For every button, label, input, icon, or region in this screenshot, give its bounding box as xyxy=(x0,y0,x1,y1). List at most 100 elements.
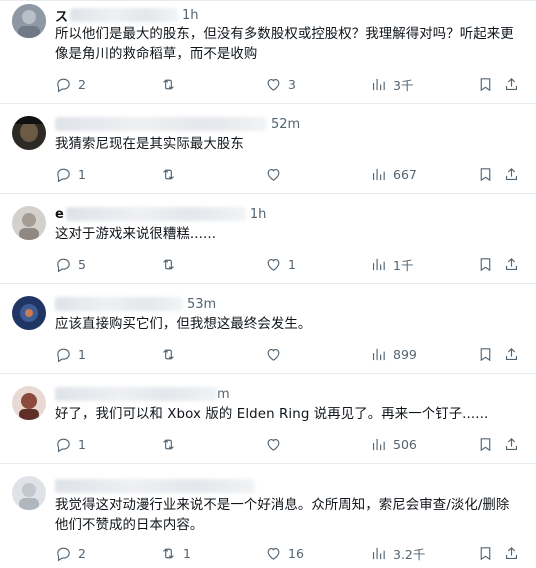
avatar[interactable] xyxy=(12,296,46,330)
views-button[interactable]: 506 xyxy=(370,436,417,453)
author-name-fragment[interactable]: ス xyxy=(55,6,68,25)
bookmark-icon xyxy=(480,257,491,271)
post-text: 应该直接购买它们，但我想这最终会发生。 xyxy=(55,317,312,332)
bookmark-button[interactable] xyxy=(477,436,494,453)
views-button[interactable]: 3千 xyxy=(370,75,413,94)
bar-chart-icon xyxy=(372,348,385,360)
share-icon xyxy=(505,347,518,360)
reply-button[interactable]: 2 xyxy=(55,76,86,93)
reply-post[interactable]: 53m 应该直接购买它们，但我想这最终会发生。 1 899 xyxy=(0,284,536,374)
redacted-author-name xyxy=(55,297,183,311)
like-button[interactable]: 16 xyxy=(265,545,304,562)
post-time[interactable]: 53m xyxy=(187,297,216,312)
bookmark-icon xyxy=(480,546,491,560)
retweet-button[interactable] xyxy=(160,256,183,273)
heart-icon xyxy=(267,438,280,451)
reply-post[interactable]: 我觉得这对动漫行业来说不是一个好消息。众所周知，索尼会审查/淡化/删除他们不赞成… xyxy=(0,464,536,568)
retweet-icon xyxy=(163,438,174,450)
redacted-author-name xyxy=(55,479,255,493)
reply-icon xyxy=(57,547,70,561)
reply-count: 2 xyxy=(78,545,86,561)
post-header xyxy=(55,477,255,495)
post-time[interactable]: 1h xyxy=(250,207,267,222)
heart-icon xyxy=(267,78,280,91)
post-text: 好了，我们可以和 Xbox 版的 Elden Ring 说再见了。再来一个钉子.… xyxy=(55,407,489,422)
retweet-button[interactable] xyxy=(160,436,183,453)
action-bar: 2 1 16 3.2千 xyxy=(55,543,528,563)
post-header: 53m xyxy=(55,295,216,313)
reply-post[interactable]: 52m 我猜索尼现在是其实际最大股东 1 667 xyxy=(0,104,536,194)
reply-post[interactable]: ス 1h 所以他们是最大的股东，但没有多数股权或控股权？我理解得对吗？听起来更像… xyxy=(0,0,536,104)
author-name-fragment[interactable]: e xyxy=(55,207,64,222)
avatar[interactable] xyxy=(12,116,46,150)
bookmark-icon xyxy=(480,167,491,181)
retweet-button[interactable]: 1 xyxy=(160,545,191,562)
share-button[interactable] xyxy=(503,76,520,93)
heart-icon xyxy=(267,258,280,271)
reply-icon xyxy=(57,258,70,272)
retweet-icon xyxy=(163,168,174,180)
reply-icon xyxy=(57,78,70,92)
bookmark-button[interactable] xyxy=(477,545,494,562)
post-time[interactable]: 52m xyxy=(271,117,300,132)
share-button[interactable] xyxy=(503,346,520,363)
reply-button[interactable]: 1 xyxy=(55,436,86,453)
like-count: 1 xyxy=(288,256,296,272)
bookmark-button[interactable] xyxy=(477,166,494,183)
reply-count: 1 xyxy=(78,346,86,362)
avatar[interactable] xyxy=(12,4,46,38)
like-count: 3 xyxy=(288,76,296,92)
retweet-icon xyxy=(163,547,174,559)
heart-icon xyxy=(267,547,280,560)
reply-icon xyxy=(57,438,70,452)
reply-button[interactable]: 2 xyxy=(55,545,86,562)
redacted-author-name xyxy=(70,8,179,22)
action-bar: 1 506 xyxy=(55,434,528,454)
action-bar: 2 3 3千 xyxy=(55,74,528,94)
view-count: 899 xyxy=(393,346,417,362)
view-count: 3千 xyxy=(393,77,414,93)
share-icon xyxy=(505,257,518,270)
reply-post[interactable]: m 好了，我们可以和 Xbox 版的 Elden Ring 说再见了。再来一个钉… xyxy=(0,374,536,464)
bookmark-button[interactable] xyxy=(477,256,494,273)
post-header: 52m xyxy=(55,115,300,133)
retweet-button[interactable] xyxy=(160,166,183,183)
reply-button[interactable]: 5 xyxy=(55,256,86,273)
avatar[interactable] xyxy=(12,206,46,240)
post-text: 我猜索尼现在是其实际最大股东 xyxy=(55,137,244,152)
views-button[interactable]: 899 xyxy=(370,346,417,363)
reply-button[interactable]: 1 xyxy=(55,166,86,183)
post-time[interactable]: m xyxy=(217,387,230,402)
views-button[interactable]: 667 xyxy=(370,166,417,183)
like-button[interactable]: 1 xyxy=(265,256,296,273)
avatar[interactable] xyxy=(12,386,46,420)
views-button[interactable]: 1千 xyxy=(370,255,413,274)
retweet-button[interactable] xyxy=(160,76,183,93)
reply-count: 1 xyxy=(78,436,86,452)
bookmark-button[interactable] xyxy=(477,346,494,363)
reply-button[interactable]: 1 xyxy=(55,346,86,363)
reply-icon xyxy=(57,168,70,182)
share-button[interactable] xyxy=(503,256,520,273)
like-button[interactable] xyxy=(265,166,288,183)
like-button[interactable] xyxy=(265,436,288,453)
reply-post[interactable]: e 1h 这对于游戏来说很糟糕...... 5 1 1千 xyxy=(0,194,536,284)
share-button[interactable] xyxy=(503,545,520,562)
post-time[interactable]: 1h xyxy=(182,8,199,23)
views-button[interactable]: 3.2千 xyxy=(370,544,425,563)
bookmark-icon xyxy=(480,437,491,451)
like-button[interactable] xyxy=(265,346,288,363)
view-count: 3.2千 xyxy=(393,546,426,562)
retweet-icon xyxy=(163,258,174,270)
share-button[interactable] xyxy=(503,436,520,453)
bar-chart-icon xyxy=(372,438,385,450)
redacted-author-name xyxy=(65,207,246,221)
like-button[interactable]: 3 xyxy=(265,76,296,93)
retweet-button[interactable] xyxy=(160,346,183,363)
bar-chart-icon xyxy=(372,258,385,270)
bookmark-button[interactable] xyxy=(477,76,494,93)
retweet-count: 1 xyxy=(183,545,191,561)
avatar[interactable] xyxy=(12,476,46,510)
share-icon xyxy=(505,77,518,90)
share-button[interactable] xyxy=(503,166,520,183)
